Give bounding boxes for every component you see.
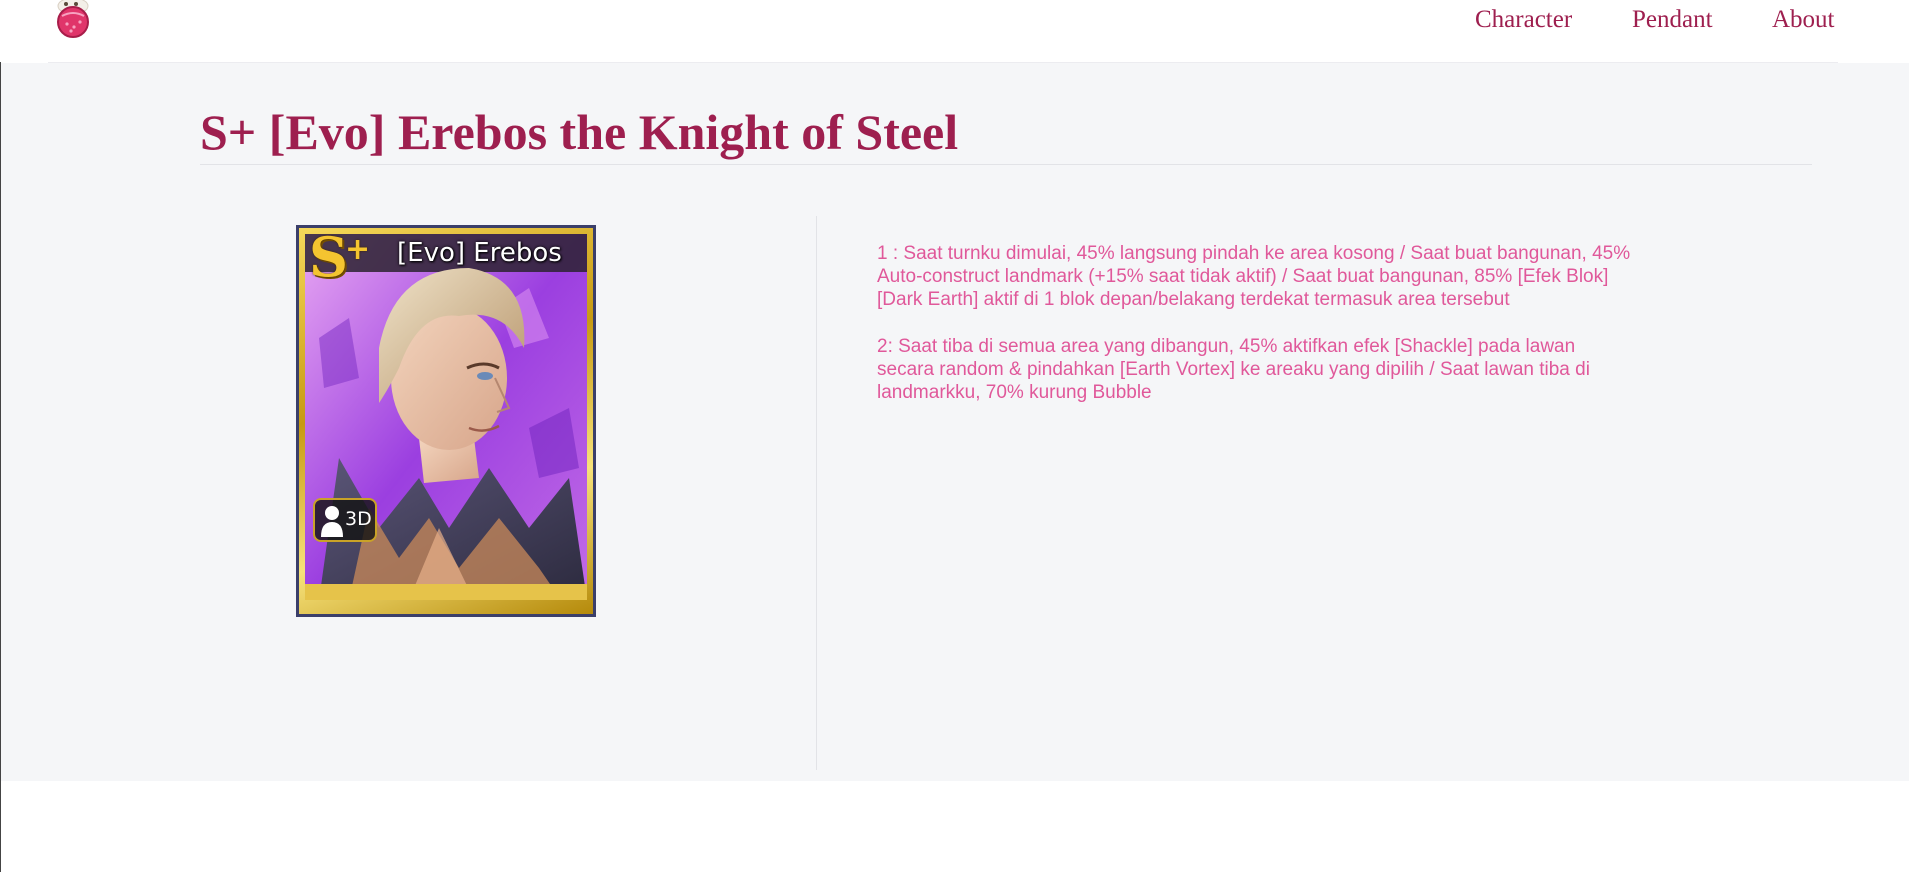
skill-description-1: 1 : Saat turnku dimulai, 45% langsung pi… [877,243,1631,310]
top-navbar: Character Pendant About [0,0,1909,62]
nav-link-character[interactable]: Character [1475,6,1572,34]
person-silhouette-icon [321,506,343,537]
column-divider [816,216,817,770]
card-name-label: [Evo] Erebos [397,238,562,268]
title-divider [200,164,1812,165]
badge-3d-label: 3D [345,508,372,530]
lychee-mascot-icon[interactable] [52,0,94,38]
skills-section: 1 : Saat turnku dimulai, 45% langsung pi… [877,242,1637,428]
nav-link-about[interactable]: About [1772,6,1835,34]
skill-description-2: 2: Saat tiba di semua area yang dibangun… [877,336,1590,403]
character-card-image: S + [Evo] Erebos 3D [296,225,596,617]
badge-3d: 3D [313,498,377,542]
page-title: S+ [Evo] Erebos the Knight of Steel [200,104,959,160]
card-rank-letter: S [309,225,348,289]
nav-link-pendant[interactable]: Pendant [1632,6,1713,34]
card-rank-plus: + [345,232,371,267]
